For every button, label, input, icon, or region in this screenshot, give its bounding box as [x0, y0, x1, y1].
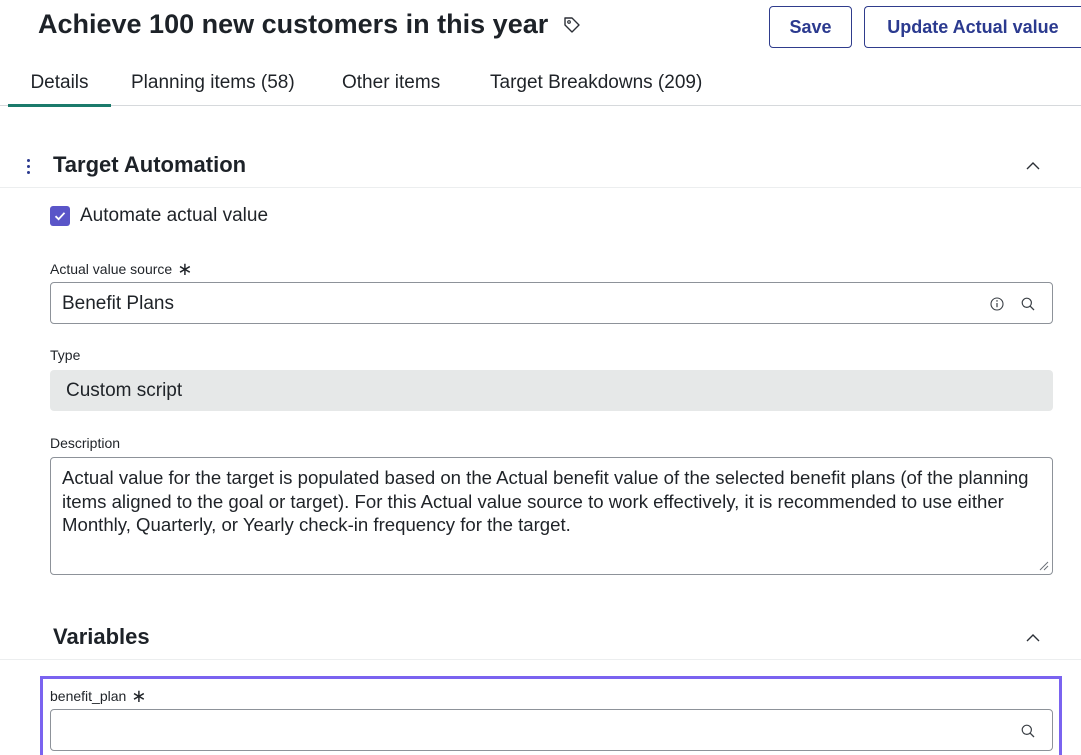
tab-planning-items[interactable]: Planning items (58) — [131, 72, 295, 94]
tag-icon[interactable] — [562, 15, 582, 35]
type-label: Type — [50, 347, 80, 363]
info-icon[interactable] — [989, 296, 1005, 312]
check-icon — [54, 212, 66, 221]
type-field: Custom script — [50, 370, 1053, 411]
type-value: Custom script — [66, 380, 183, 401]
tab-other-items[interactable]: Other items — [342, 72, 440, 94]
benefit-plan-field[interactable] — [50, 709, 1053, 751]
description-label: Description — [50, 435, 120, 451]
page-title: Achieve 100 new customers in this year — [38, 9, 582, 40]
variables-header: Variables — [0, 620, 1081, 660]
chevron-up-icon[interactable] — [1023, 628, 1043, 648]
search-icon[interactable] — [1020, 296, 1036, 312]
required-asterisk: ∗ — [177, 259, 193, 279]
actual-value-source-field[interactable]: Benefit Plans — [50, 282, 1053, 324]
benefit-plan-label-text: benefit_plan — [50, 688, 127, 704]
description-textarea[interactable]: Actual value for the target is populated… — [50, 457, 1053, 575]
variables-title: Variables — [53, 624, 150, 649]
target-automation-title: Target Automation — [53, 152, 247, 177]
header: Achieve 100 new customers in this year S… — [0, 0, 1081, 60]
tab-target-breakdowns[interactable]: Target Breakdowns (209) — [490, 72, 702, 94]
target-automation-header: Target Automation — [0, 148, 1081, 188]
chevron-up-icon[interactable] — [1023, 156, 1043, 176]
tab-bar: Details Planning items (58) Other items … — [0, 62, 1081, 107]
automate-actual-value-checkbox[interactable]: Automate actual value — [50, 205, 268, 227]
required-asterisk: ∗ — [131, 686, 147, 706]
description-text: Actual value for the target is populated… — [62, 467, 1029, 535]
save-button[interactable]: Save — [769, 6, 852, 48]
tab-details[interactable]: Details — [8, 72, 111, 107]
type-label-text: Type — [50, 347, 81, 363]
benefit-plan-label: benefit_plan ∗ — [50, 686, 147, 706]
resize-handle-icon[interactable] — [1037, 559, 1049, 571]
description-label-text: Description — [50, 435, 121, 451]
page: Achieve 100 new customers in this year S… — [0, 0, 1081, 755]
actual-value-source-value: Benefit Plans — [62, 293, 174, 314]
update-actual-value-button[interactable]: Update Actual value — [864, 6, 1081, 48]
actual-value-source-label: Actual value source ∗ — [50, 259, 193, 279]
automate-actual-value-label: Automate actual value — [80, 205, 269, 226]
checkbox-checked[interactable] — [50, 206, 70, 226]
page-title-text: Achieve 100 new customers in this year — [38, 9, 549, 39]
actual-value-source-label-text: Actual value source — [50, 261, 173, 277]
drag-handle-icon[interactable] — [24, 157, 34, 177]
search-icon[interactable] — [1020, 723, 1036, 739]
